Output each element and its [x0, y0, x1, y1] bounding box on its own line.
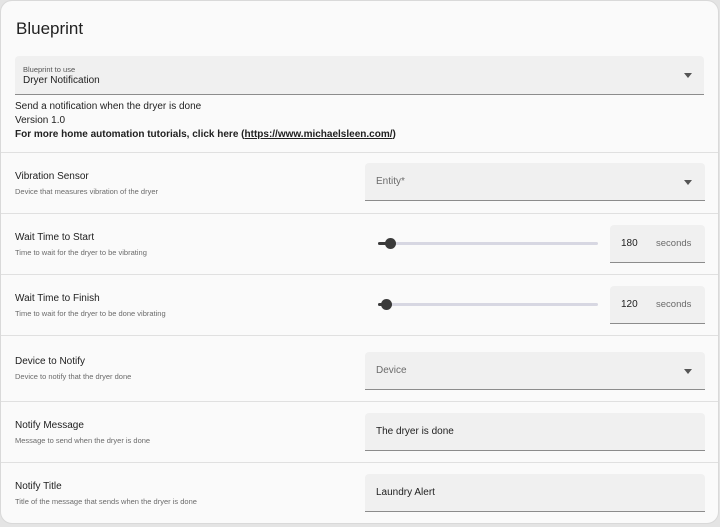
chevron-down-icon[interactable] [684, 73, 692, 78]
wait-finish-label: Wait Time to Finish [15, 293, 100, 304]
notify-message-input[interactable]: The dryer is done [365, 413, 705, 451]
blueprint-card: Blueprint Blueprint to use Dryer Notific… [0, 0, 719, 524]
wait-start-number-input[interactable]: 180 seconds [610, 225, 705, 263]
notify-message-description: Message to send when the dryer is done [15, 436, 151, 445]
tutorials-prefix: For more home automation tutorials, clic… [15, 129, 245, 140]
divider [1, 213, 718, 214]
notify-title-value: Laundry Alert [376, 487, 435, 498]
notify-title-description: Title of the message that sends when the… [15, 497, 197, 506]
wait-start-value: 180 [621, 238, 638, 249]
chevron-down-icon[interactable] [684, 369, 692, 374]
wait-start-unit: seconds [656, 238, 692, 249]
tutorials-link[interactable]: https://www.michaelsleen.com/ [245, 129, 393, 140]
notify-device-description: Device to notify that the dryer done [15, 372, 132, 381]
divider [1, 152, 718, 153]
wait-finish-number-input[interactable]: 120 seconds [610, 286, 705, 324]
wait-finish-description: Time to wait for the dryer to be done vi… [15, 309, 166, 318]
divider [1, 274, 718, 275]
wait-start-slider-thumb[interactable] [385, 238, 397, 249]
divider [1, 335, 718, 336]
wait-start-description: Time to wait for the dryer to be vibrati… [15, 248, 147, 257]
wait-finish-slider-thumb[interactable] [380, 299, 392, 310]
notify-title-label: Notify Title [15, 481, 62, 492]
vibration-sensor-description: Device that measures vibration of the dr… [15, 187, 158, 196]
divider [1, 401, 718, 402]
notify-device-label: Device to Notify [15, 356, 86, 367]
notify-message-value: The dryer is done [376, 426, 454, 437]
notify-message-label: Notify Message [15, 420, 84, 431]
vibration-sensor-entity-select[interactable]: Entity* [365, 163, 705, 201]
wait-finish-slider[interactable] [378, 299, 598, 310]
blueprint-select-value: Dryer Notification [23, 75, 100, 86]
notify-title-input[interactable]: Laundry Alert [365, 474, 705, 512]
blueprint-version: Version 1.0 [15, 115, 66, 126]
card-title: Blueprint [16, 19, 84, 38]
wait-start-label: Wait Time to Start [15, 232, 95, 243]
wait-finish-unit: seconds [656, 299, 692, 310]
entity-placeholder: Entity* [376, 176, 405, 187]
vibration-sensor-label: Vibration Sensor [15, 171, 89, 182]
divider [1, 462, 718, 463]
notify-device-select[interactable]: Device [365, 352, 705, 390]
blueprint-select-label: Blueprint to use [23, 65, 76, 74]
tutorials-suffix: ) [392, 129, 396, 140]
wait-start-slider[interactable] [378, 238, 598, 249]
blueprint-select[interactable]: Blueprint to use Dryer Notification [15, 56, 704, 95]
wait-finish-value: 120 [621, 299, 638, 310]
blueprint-description: Send a notification when the dryer is do… [15, 101, 202, 112]
chevron-down-icon[interactable] [684, 180, 692, 185]
tutorials-line: For more home automation tutorials, clic… [15, 129, 396, 140]
device-placeholder: Device [376, 365, 407, 376]
